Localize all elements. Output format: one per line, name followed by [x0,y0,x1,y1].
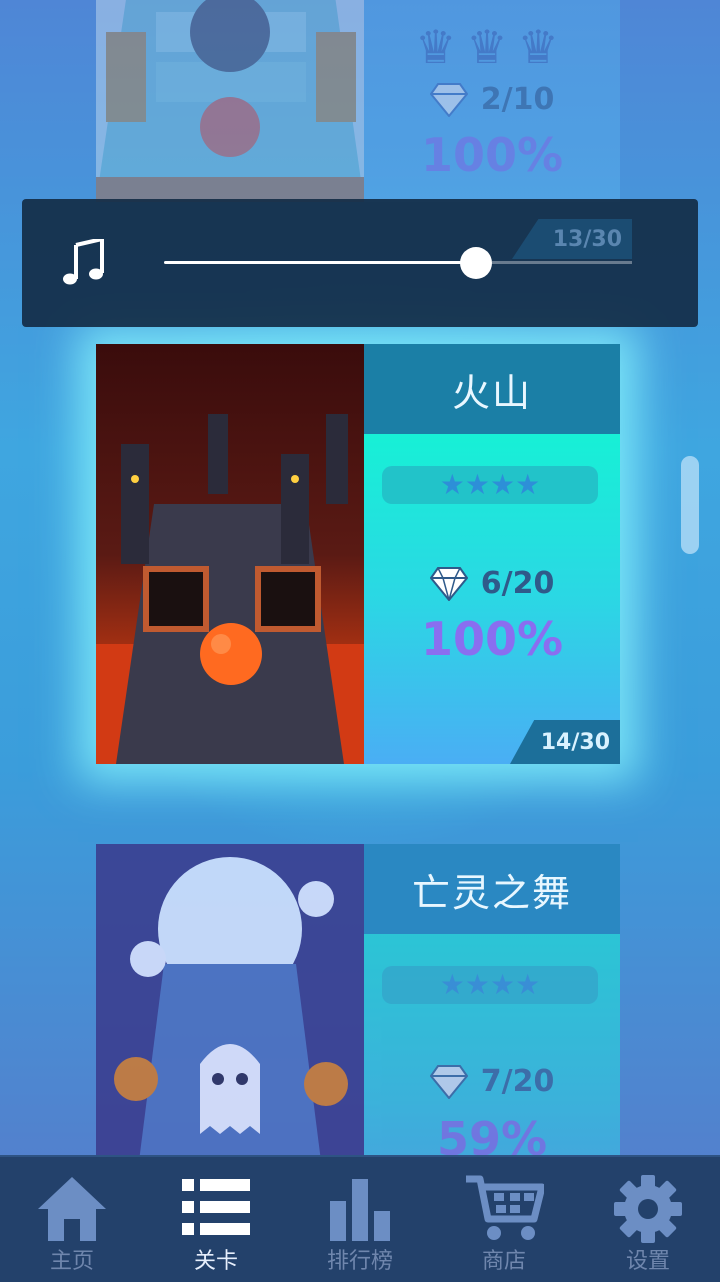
level-1-gems: 2/10 [364,82,620,118]
volume-slider-rest [492,261,632,264]
crowns-row: ♛♛♛ [364,20,620,74]
music-volume-popup: 13/30 [22,199,698,327]
level-2-gems: 6/20 [364,566,620,603]
level-card-2[interactable]: 火山 ★★★★ 6/20 100% 14/30 [96,344,620,764]
nav-shop-label: 商店 [481,1249,526,1274]
nav-home[interactable]: 主页 [0,1157,144,1282]
level-3-gems: 7/20 [364,1064,620,1100]
crown-icon: ♛ [415,20,467,74]
nav-levels[interactable]: 关卡 [144,1157,288,1282]
level-2-panel: ★★★★ 6/20 100% [364,434,620,764]
nav-levels-label: 关卡 [193,1249,238,1274]
bottom-nav: 主页 关卡 排行榜 商店 设置 [0,1155,720,1282]
diamond-icon [429,566,468,603]
nav-settings[interactable]: 设置 [576,1157,720,1282]
level-1-thumbnail [96,0,364,202]
level-2-title: 火山 [364,344,620,434]
level-3-progress: 7/20 [480,1064,555,1099]
home-icon [38,1177,106,1241]
nav-leaderboard-label: 排行榜 [326,1249,393,1274]
bar-chart-icon [330,1179,390,1241]
level-2-stars: ★★★★ [382,466,598,504]
level-2-progress: 6/20 [480,566,555,601]
nav-settings-label: 设置 [625,1249,670,1274]
level-1-percent: 100% [420,128,564,182]
level-card-1[interactable]: ♛♛♛ 2/10 100% [96,0,620,202]
level-1-tag: 13/30 [512,219,632,259]
gear-icon [614,1175,682,1243]
level-2-thumbnail [96,344,364,764]
music-note-icon[interactable] [62,239,106,285]
diamond-icon [429,1064,468,1100]
scrollbar[interactable] [681,456,699,554]
nav-leaderboard[interactable]: 排行榜 [288,1157,432,1282]
level-3-stars-text: ★★★★ [439,968,541,1001]
diamond-icon [429,82,468,118]
list-icon [182,1179,250,1235]
level-1-progress: 2/10 [480,82,555,117]
level-2-stars-text: ★★★★ [439,468,541,501]
level-3-stars: ★★★★ [382,966,598,1004]
level-2-percent: 100% [420,612,564,666]
cart-icon [466,1175,544,1240]
crown-icon: ♛ [466,20,518,74]
volume-slider-track[interactable] [164,261,476,264]
level-2-info: 火山 ★★★★ 6/20 100% 14/30 [364,344,620,764]
level-1-info: ♛♛♛ 2/10 100% [364,0,620,202]
volume-slider-handle[interactable] [460,247,492,279]
nav-shop[interactable]: 商店 [432,1157,576,1282]
level-3-title: 亡灵之舞 [364,844,620,934]
crown-icon: ♛ [517,20,569,74]
nav-home-label: 主页 [49,1249,94,1274]
